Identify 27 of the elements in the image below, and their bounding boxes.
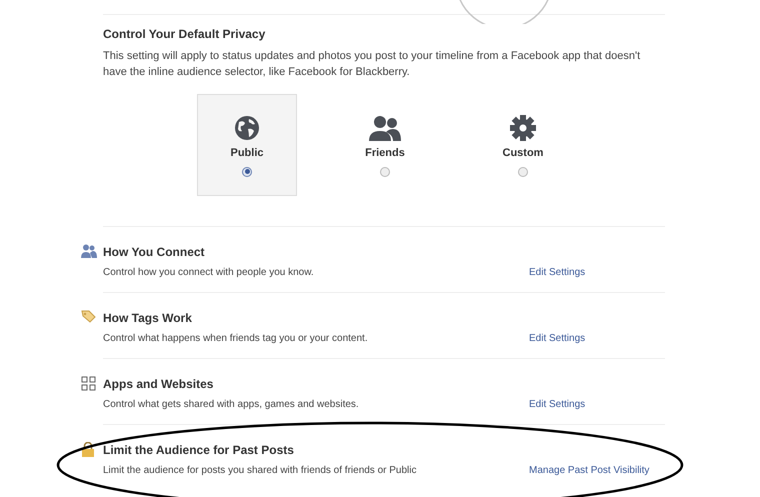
section-title: Apps and Websites — [103, 376, 214, 393]
section-description: Control how you connect with people you know. — [103, 266, 314, 280]
section-title: How You Connect — [103, 244, 206, 261]
radio-button[interactable] — [380, 166, 390, 176]
radio-button[interactable] — [242, 166, 252, 176]
people-icon — [369, 115, 401, 141]
settings-link[interactable]: Edit Settings — [529, 331, 665, 346]
settings-link[interactable]: Edit Settings — [529, 397, 665, 412]
people-icon — [81, 244, 97, 258]
section-description: Limit the audience for posts you shared with friends of friends or Public — [103, 464, 416, 478]
section-description: Control what gets shared with apps, games and websites. — [103, 398, 359, 412]
section-description: This setting will apply to status updates and photos you post to your timeline from a Facebook app that doesn't have the inline audience selector, like Facebook for Blackberry. — [103, 49, 642, 80]
apps-icon — [81, 376, 96, 391]
settings-link[interactable]: Manage Past Post Visibility — [529, 463, 665, 478]
globe-icon — [234, 115, 260, 141]
gear-icon — [510, 115, 536, 141]
section-description: Control what happens when friends tag you or your content. — [103, 332, 368, 346]
radio-button[interactable] — [518, 166, 528, 176]
audience-option[interactable]: Friends — [335, 94, 435, 196]
section-title: Limit the Audience for Past Posts — [103, 442, 295, 459]
audience-option[interactable]: Custom — [473, 94, 573, 196]
section-title: How Tags Work — [103, 310, 193, 327]
lock-icon — [81, 442, 95, 457]
tag-icon — [81, 310, 96, 323]
settings-link[interactable]: Edit Settings — [529, 265, 665, 280]
audience-option[interactable]: Public — [197, 94, 297, 196]
section-title: Control Your Default Privacy — [103, 26, 266, 43]
